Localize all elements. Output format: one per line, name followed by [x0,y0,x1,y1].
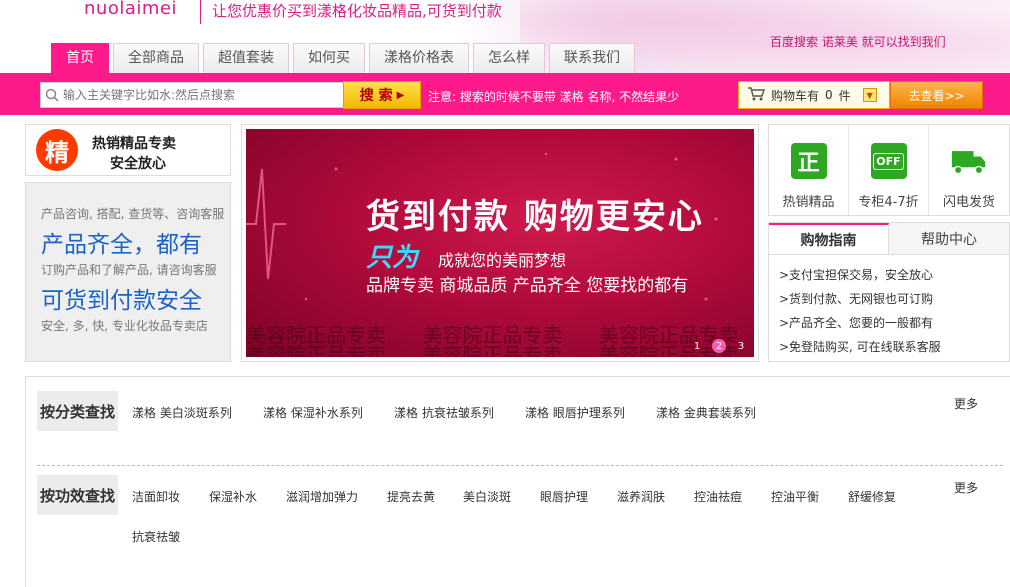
guide-item[interactable]: >产品齐全、您要的一般都有 [779,311,1009,335]
tab-shopping-guide[interactable]: 购物指南 [769,223,889,254]
function-link[interactable]: 提亮去黄 [387,488,435,505]
promo-line-2: 安全放心 [110,156,166,172]
function-link[interactable]: 滋润增加弹力 [286,488,358,505]
banner-headline: 货到付款 购物更安心 [366,197,704,237]
guide-item[interactable]: >支付宝担保交易，安全放心 [779,263,1009,287]
info-text-3: 安全, 多, 快, 专业化妆品专卖店 [41,319,208,333]
function-link[interactable]: 洁面卸妆 [132,488,180,505]
search-box [40,82,344,108]
feature-label: 闪电发货 [942,195,995,210]
cart-count: 0 [825,88,833,102]
site-header: nuolaimei 让您优惠价买到漾格化妆品精品,可货到付款 百度搜索 诺莱美 … [0,0,1010,73]
info-headline-1[interactable]: 产品齐全，都有 [41,225,202,259]
category-link[interactable]: 漾格 眼唇护理系列 [525,404,625,421]
site-slogan: 让您优惠价买到漾格化妆品精品,可货到付款 [212,2,502,20]
guide-list: >支付宝担保交易，安全放心 >货到付款、无网银也可订购 >产品齐全、您要的一般都… [769,255,1009,359]
function-link[interactable]: 美白淡斑 [463,488,511,505]
cart-summary[interactable]: 购物车有 0 件 ▼ [738,81,890,109]
function-link[interactable]: 控油平衡 [771,488,819,505]
search-bar: 搜 索 ▶ 注意: 搜索的时候不要带 漾格 名称, 不然结果少 购物车有 0 件… [0,73,1010,115]
function-link[interactable]: 舒缓修复 [848,488,896,505]
view-cart-button[interactable]: 去查看>> [890,81,983,109]
function-more-link[interactable]: 更多 [954,479,978,496]
guide-tabs: 购物指南 帮助中心 [769,223,1009,255]
carousel-pager: 1 2 3 [690,339,748,353]
category-more-link[interactable]: 更多 [954,395,978,412]
by-category-label: 按分类查找 [37,391,118,431]
guide-item[interactable]: >免登陆购买, 可在线联系客服 [779,335,1009,359]
function-link[interactable]: 控油祛痘 [694,488,742,505]
nav-tab-price-list[interactable]: 漾格价格表 [369,43,469,73]
promo-line-1: 热销精品专卖 [92,136,176,152]
category-link[interactable]: 漾格 抗衰祛皱系列 [394,404,494,421]
info-text-2: 订购产品和了解产品, 请咨询客服 [41,263,217,277]
banner-watermark-2: 美容院正品专卖 美容院正品专卖 美容院正品专卖 [246,343,739,357]
search-icon [41,84,63,106]
banner-slide[interactable]: 货到付款 购物更安心 只为 成就您的美丽梦想 品牌专卖 商城品质 产品齐全 您要… [246,129,754,357]
category-browser: 按分类查找 漾格 美白淡斑系列 漾格 保湿补水系列 漾格 抗衰祛皱系列 漾格 眼… [25,376,1010,587]
header-search-tip: 百度搜索 诺莱美 就可以找到我们 [770,35,946,49]
nav-tab-home[interactable]: 首页 [51,43,109,73]
logo-divider [200,0,201,24]
section-divider [37,465,1003,466]
banner-subline: 品牌专卖 商城品质 产品齐全 您要找的都有 [366,276,689,296]
function-link[interactable]: 滋养润肤 [617,488,665,505]
discount-off-text: OFF [873,152,904,170]
feature-genuine[interactable]: 正 热销精品 [769,125,849,215]
category-link[interactable]: 漾格 美白淡斑系列 [132,404,232,421]
feature-label: 热销精品 [782,195,835,210]
nav-tab-value-sets[interactable]: 超值套装 [203,43,289,73]
site-logo[interactable]: nuolaimei [84,0,177,19]
category-link[interactable]: 漾格 金典套装系列 [656,404,756,421]
banner-dream: 成就您的美丽梦想 [438,251,567,270]
search-button[interactable]: 搜 索 ▶ [343,81,421,109]
banner-carousel: 货到付款 购物更安心 只为 成就您的美丽梦想 品牌专卖 商城品质 产品齐全 您要… [241,124,759,362]
by-function-label: 按功效查找 [37,475,118,515]
guide-item[interactable]: >货到付款、无网银也可订购 [779,287,1009,311]
nav-tab-contact[interactable]: 联系我们 [549,43,635,73]
premium-badge: 精 [36,129,78,171]
nav-tab-how-to-buy[interactable]: 如何买 [293,43,365,73]
banner-zhiwei: 只为 [366,243,419,273]
info-text-1: 产品咨询, 搭配, 查货等、咨询客服 [41,207,225,221]
carousel-dot-1[interactable]: 1 [690,339,704,353]
chevron-down-icon[interactable]: ▼ [862,88,877,102]
arrow-right-icon: ▶ [396,89,405,101]
cart-label: 购物车有 [771,88,820,103]
truck-icon [951,143,987,179]
feature-discount[interactable]: OFF 专柜4-7折 [849,125,929,215]
service-info-box: 产品咨询, 搭配, 查货等、咨询客服 产品齐全，都有 订购产品和了解产品, 请咨… [25,182,231,362]
function-link[interactable]: 抗衰祛皱 [132,528,180,545]
discount-off-icon: OFF [870,143,907,179]
feature-fast-delivery[interactable]: 闪电发货 [929,125,1009,215]
function-link[interactable]: 保湿补水 [209,488,257,505]
function-link[interactable]: 眼唇护理 [540,488,588,505]
promo-box[interactable]: 精 热销精品专卖 安全放心 [25,124,231,176]
feature-label: 专柜4-7折 [858,195,919,210]
search-note: 注意: 搜索的时候不要带 漾格 名称, 不然结果少 [428,90,680,104]
nav-tab-all-products[interactable]: 全部商品 [113,43,199,73]
carousel-dot-2[interactable]: 2 [712,339,726,353]
info-headline-2[interactable]: 可货到付款安全 [41,281,202,315]
cart-unit: 件 [838,88,851,103]
guide-panel: 购物指南 帮助中心 >支付宝担保交易，安全放心 >货到付款、无网银也可订购 >产… [768,222,1010,362]
genuine-icon: 正 [790,143,827,179]
main-nav: 首页 全部商品 超值套装 如何买 漾格价格表 怎么样 联系我们 [51,43,635,73]
nav-tab-reviews[interactable]: 怎么样 [473,43,545,73]
category-link[interactable]: 漾格 保湿补水系列 [263,404,363,421]
feature-icons: 正 热销精品 OFF 专柜4-7折 闪电发货 [768,124,1010,216]
search-button-label: 搜 索 [359,88,393,104]
search-input[interactable] [63,88,333,102]
carousel-dot-3[interactable]: 3 [734,339,748,353]
cart-icon [747,86,765,104]
tab-help-center[interactable]: 帮助中心 [889,223,1009,254]
